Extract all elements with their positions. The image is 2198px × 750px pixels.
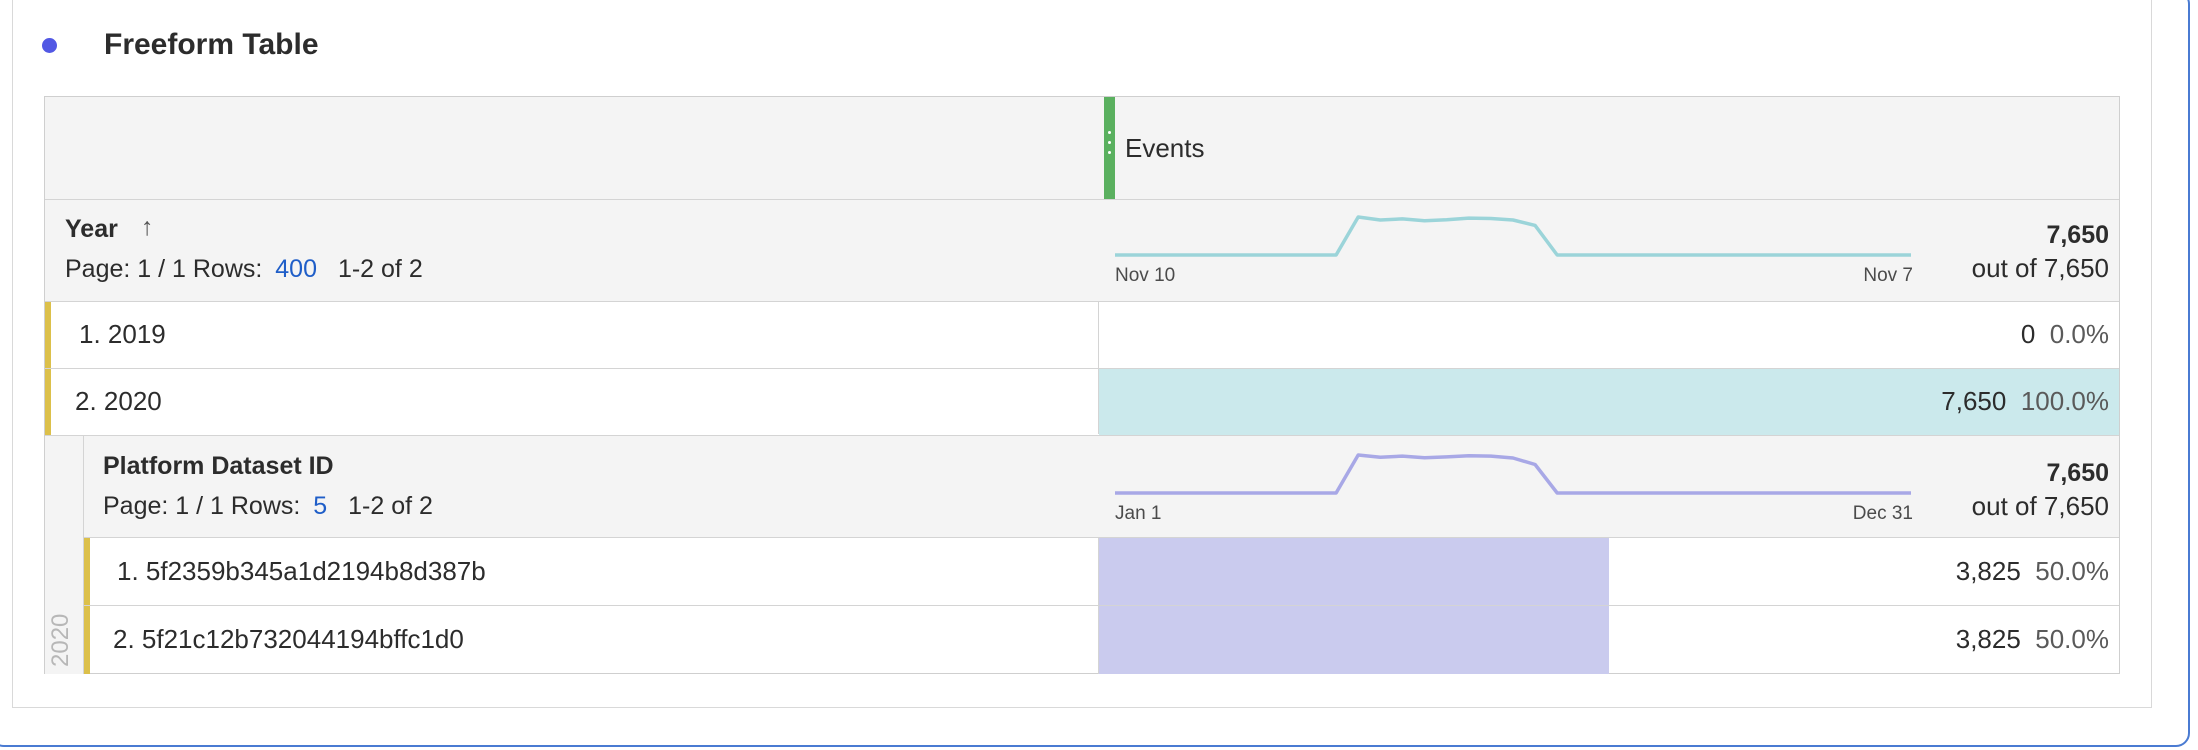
pagination-year: Page: 1 / 1 Rows: 400 1-2 of 2 (65, 255, 423, 284)
breakdown-parent-label: 2020 (47, 613, 74, 667)
page-rows-label: Page: 1 / 1 Rows: (103, 492, 301, 520)
panel-title[interactable]: Freeform Table (104, 28, 319, 62)
row-bar-dataset-2 (1099, 606, 1609, 674)
row-value: 0 (2020, 319, 2036, 349)
dataset-total: 7,650 (2046, 459, 2109, 487)
row-marker (45, 302, 51, 368)
row-value-2020: 7,650 100.0% (1941, 386, 2109, 417)
metric-header-events[interactable]: Events (1125, 133, 1205, 164)
sparkline-path (1115, 215, 1911, 257)
row-marker (84, 538, 90, 605)
column-header-row (45, 97, 2119, 199)
row-percent: 0.0% (2049, 319, 2109, 349)
row-label-2020[interactable]: 2. 2020 (75, 386, 162, 417)
row-label-2019[interactable]: 1. 2019 (79, 319, 166, 350)
row-percent: 50.0% (2035, 556, 2109, 586)
row-value-2019: 0 0.0% (2021, 319, 2109, 350)
sparkline-year[interactable] (1115, 215, 1911, 265)
row-value: 3,825 (1955, 556, 2021, 586)
year-total-sub: out of 7,650 (1971, 253, 2109, 283)
row-marker (84, 606, 90, 674)
column-drag-handle[interactable] (1104, 97, 1115, 199)
page-rows-label: Page: 1 / 1 Rows: (65, 255, 263, 283)
rows-per-page-link[interactable]: 5 (313, 492, 327, 520)
row-value: 7,650 (1941, 386, 2007, 416)
sparkline-dataset[interactable] (1115, 453, 1911, 503)
row-value: 3,825 (1955, 624, 2021, 654)
sparkline-end-label: Nov 7 (1863, 265, 1913, 286)
row-label-dataset-2[interactable]: 2. 5f21c12b732044194bffc1d0 (113, 624, 464, 655)
year-total: 7,650 (2046, 221, 2109, 249)
dimension-label-year[interactable]: Year (65, 215, 118, 244)
freeform-table: Events Year ↑ Page: 1 / 1 Rows: 400 1-2 … (44, 96, 2120, 674)
sparkline-start-label: Nov 10 (1115, 265, 1176, 286)
row-value-dataset-1: 3,825 50.0% (1956, 556, 2109, 587)
row-marker (45, 369, 51, 435)
row-label-dataset-1[interactable]: 1. 5f2359b345a1d2194b8d387b (117, 556, 486, 587)
rows-per-page-link[interactable]: 400 (275, 255, 317, 283)
row-percent: 50.0% (2035, 624, 2109, 654)
row-percent: 100.0% (2020, 386, 2109, 416)
sparkline-path (1115, 453, 1911, 495)
sort-ascending-icon[interactable]: ↑ (141, 213, 154, 242)
panel-status-dot[interactable] (42, 38, 57, 53)
dimension-label-dataset[interactable]: Platform Dataset ID (103, 452, 334, 481)
sparkline-end-label: Dec 31 (1852, 503, 1913, 524)
row-value-dataset-2: 3,825 50.0% (1956, 624, 2109, 655)
range-label: 1-2 of 2 (337, 255, 423, 283)
row-bar-dataset-1 (1099, 538, 1609, 605)
range-label: 1-2 of 2 (348, 492, 433, 520)
sparkline-start-label: Jan 1 (1115, 503, 1162, 524)
pagination-dataset: Page: 1 / 1 Rows: 5 1-2 of 2 (103, 492, 433, 521)
dataset-total-sub: out of 7,650 (1971, 491, 2109, 521)
